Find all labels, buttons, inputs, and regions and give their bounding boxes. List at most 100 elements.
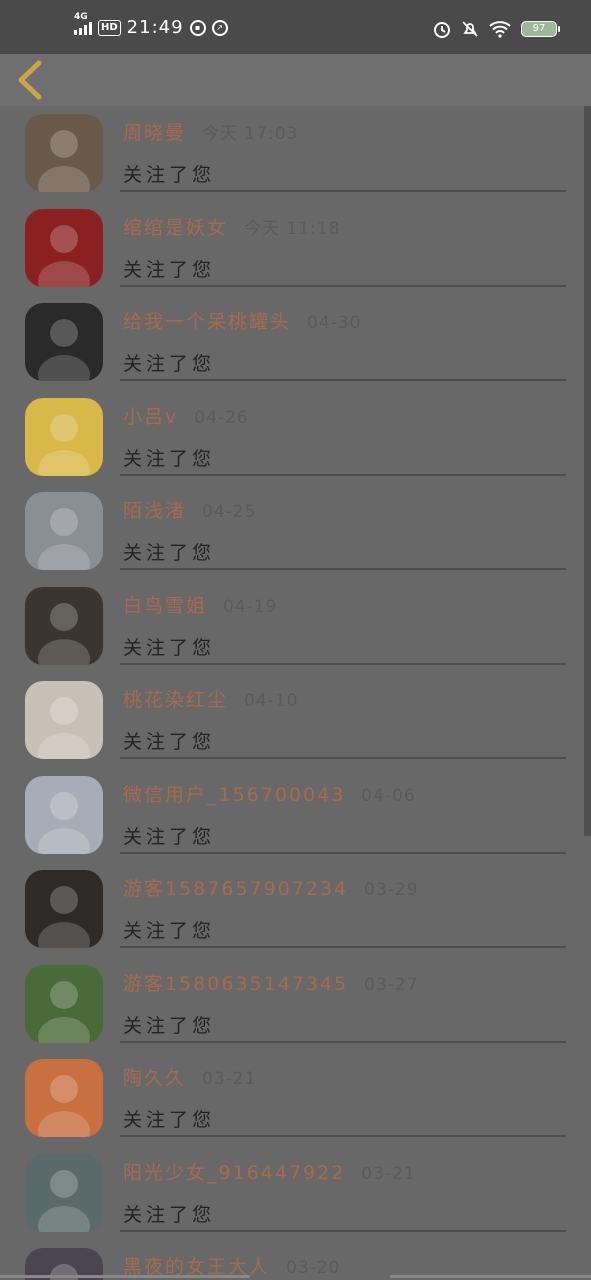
- username[interactable]: 周晓曼: [123, 122, 186, 144]
- signal-icon: [74, 21, 92, 35]
- follow-action-text: 关注了您: [123, 1203, 216, 1226]
- row-divider: [120, 757, 566, 759]
- name-line: 周晓曼 今天 17:03: [123, 118, 298, 145]
- row-divider: [120, 284, 566, 287]
- follow-action-text: 关注了您: [123, 542, 216, 564]
- username[interactable]: 桃花染红尘: [123, 689, 228, 711]
- row-divider: [120, 473, 566, 476]
- username[interactable]: 白鸟雪姐: [123, 595, 207, 617]
- name-line: 游客1587657907234 03-29: [123, 874, 419, 901]
- username[interactable]: 游客1587657907234: [123, 878, 348, 900]
- back-chevron-icon[interactable]: [12, 58, 48, 102]
- username[interactable]: 绾绾是妖女: [123, 217, 228, 239]
- nav-hint-bar: [390, 1275, 591, 1278]
- avatar[interactable]: [25, 870, 103, 948]
- follow-action-text: 关注了您: [123, 731, 216, 753]
- avatar[interactable]: [25, 964, 103, 1043]
- name-line: 陶久久 03-21: [123, 1063, 256, 1090]
- follower-row[interactable]: 游客1580635147345 03-27 关注了您: [0, 957, 591, 1052]
- follow-date: 03-29: [364, 880, 419, 900]
- name-line: 白鸟雪姐 04-19: [123, 591, 277, 618]
- follower-list[interactable]: 周晓曼 今天 17:03 关注了您 绾绾是妖女 今天 11:18 关注了您 给我一个呆桃罐头…: [0, 106, 591, 1280]
- follow-action-text: 关注了您: [123, 825, 216, 848]
- follower-row[interactable]: 游客1587657907234 03-29 关注了您: [0, 862, 591, 957]
- clock-time: 21:49: [126, 17, 184, 38]
- row-divider: [120, 1229, 566, 1232]
- follow-action-text: 关注了您: [123, 920, 216, 942]
- username[interactable]: 给我一个呆桃罐头: [123, 311, 291, 333]
- row-divider: [120, 1135, 566, 1137]
- row-divider: [120, 190, 566, 192]
- avatar[interactable]: [25, 1153, 103, 1232]
- avatar[interactable]: [25, 681, 103, 759]
- follow-date: 04-10: [244, 691, 299, 711]
- mute-icon: [462, 21, 478, 37]
- avatar[interactable]: [25, 775, 103, 854]
- nav-hint-bar: [0, 1275, 250, 1278]
- follower-row[interactable]: 阳光少女_916447922 03-21 关注了您: [0, 1146, 591, 1241]
- username[interactable]: 陌浅渚: [123, 500, 186, 522]
- follow-date: 04-26: [194, 407, 249, 428]
- follower-row[interactable]: 微信用户_156700043 04-06 关注了您: [0, 768, 591, 863]
- battery-icon: 97: [521, 21, 560, 37]
- follow-date: 03-21: [202, 1069, 257, 1089]
- avatar[interactable]: [25, 397, 103, 476]
- follower-row[interactable]: 黑夜的女王大人 03-20: [0, 1240, 591, 1280]
- avatar[interactable]: [25, 1059, 103, 1137]
- username[interactable]: 游客1580635147345: [123, 973, 348, 995]
- name-line: 桃花染红尘 04-10: [123, 685, 298, 712]
- wifi-icon: [489, 21, 511, 38]
- username[interactable]: 阳光少女_916447922: [123, 1162, 345, 1184]
- follow-action-text: 关注了您: [123, 258, 216, 281]
- name-line: 绾绾是妖女 今天 11:18: [123, 213, 340, 240]
- name-line: 给我一个呆桃罐头 04-30: [123, 307, 361, 334]
- status-left: HD 21:49 ▪ ↗: [74, 17, 228, 38]
- follower-row[interactable]: 白鸟雪姐 04-19 关注了您: [0, 579, 591, 674]
- follow-date: 04-30: [307, 313, 362, 333]
- follower-row[interactable]: 给我一个呆桃罐头 04-30 关注了您: [0, 295, 591, 390]
- gallery-icon: ▪: [189, 19, 206, 36]
- follow-action-text: 关注了您: [123, 353, 216, 375]
- name-line: 小吕v 04-26: [123, 402, 249, 429]
- top-nav: [0, 54, 591, 106]
- hd-icon: HD: [98, 19, 121, 36]
- name-line: 阳光少女_916447922 03-21: [123, 1158, 416, 1185]
- network-type: 4G: [74, 12, 88, 22]
- follower-row[interactable]: 周晓曼 今天 17:03 关注了您: [0, 106, 591, 201]
- username[interactable]: 小吕v: [123, 406, 178, 428]
- username[interactable]: 微信用户_156700043: [123, 784, 345, 806]
- follow-action-text: 关注了您: [123, 1109, 216, 1131]
- name-line: 游客1580635147345 03-27: [123, 969, 419, 996]
- follower-row[interactable]: 陌浅渚 04-25 关注了您: [0, 484, 591, 579]
- follow-date: 04-25: [202, 502, 257, 522]
- row-divider: [120, 662, 566, 665]
- follower-row[interactable]: 绾绾是妖女 今天 11:18 关注了您: [0, 201, 591, 296]
- avatar[interactable]: [25, 303, 103, 381]
- follow-date: 04-06: [361, 785, 416, 806]
- follow-action-text: 关注了您: [123, 164, 216, 186]
- follow-action-text: 关注了您: [123, 447, 216, 470]
- avatar[interactable]: [25, 114, 103, 192]
- avatar[interactable]: [25, 208, 103, 287]
- row-divider: [120, 1040, 566, 1043]
- name-line: 微信用户_156700043 04-06: [123, 780, 416, 807]
- follower-row[interactable]: 桃花染红尘 04-10 关注了您: [0, 673, 591, 768]
- row-divider: [120, 946, 566, 948]
- avatar[interactable]: [25, 492, 103, 570]
- row-divider: [120, 568, 566, 570]
- follower-row[interactable]: 小吕v 04-26 关注了您: [0, 390, 591, 485]
- follow-date: 今天 11:18: [244, 218, 341, 239]
- name-line: 陌浅渚 04-25: [123, 496, 256, 523]
- speed-icon: ↗: [211, 19, 228, 36]
- avatar[interactable]: [25, 586, 103, 665]
- username[interactable]: 陶久久: [123, 1067, 186, 1089]
- follow-date: 03-21: [361, 1163, 416, 1184]
- follower-row[interactable]: 陶久久 03-21 关注了您: [0, 1051, 591, 1146]
- follow-date: 03-20: [286, 1258, 341, 1278]
- row-divider: [120, 379, 566, 381]
- scrollbar[interactable]: [584, 106, 591, 836]
- follow-date: 03-27: [364, 974, 419, 995]
- status-right: 97: [433, 20, 560, 38]
- row-divider: [120, 851, 566, 854]
- status-bar: HD 21:49 ▪ ↗ 4G 97: [0, 0, 591, 54]
